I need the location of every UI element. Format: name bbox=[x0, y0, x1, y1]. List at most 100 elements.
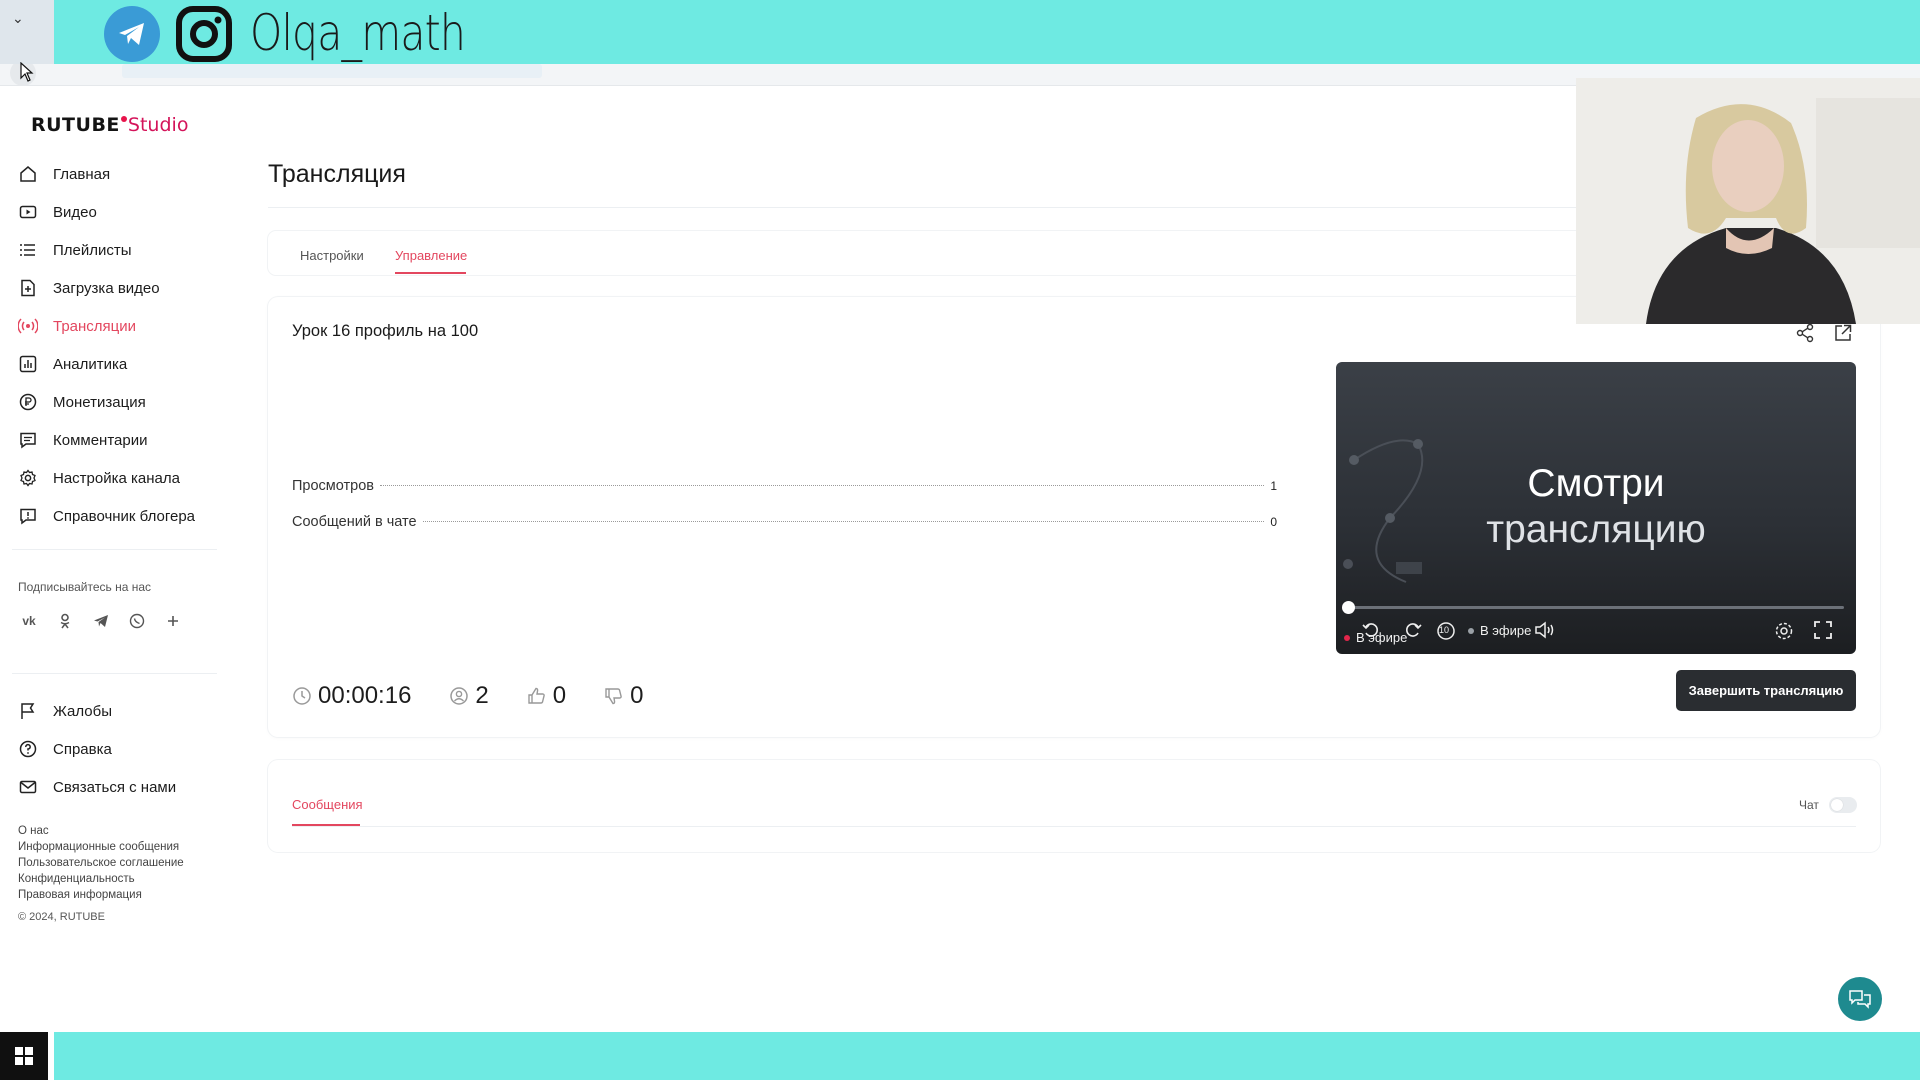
sidebar-item-playlists[interactable]: Плейлисты bbox=[18, 231, 218, 269]
sidebar-item-label: Главная bbox=[53, 165, 111, 183]
sidebar-item-complaints[interactable]: Жалобы bbox=[18, 692, 218, 730]
status-dot bbox=[1468, 627, 1474, 634]
stat-label: Сообщений в чате bbox=[292, 514, 417, 530]
stat-chat-messages: Сообщений в чате 0 bbox=[292, 514, 1277, 530]
info-icon bbox=[18, 506, 38, 526]
end-stream-button[interactable]: Завершить трансляцию bbox=[1676, 670, 1856, 711]
messages-tab-indicator bbox=[292, 824, 360, 826]
progress-bar[interactable] bbox=[1348, 606, 1844, 609]
plus-icon[interactable] bbox=[162, 610, 184, 632]
toggle-knob bbox=[1831, 799, 1843, 811]
windows-start-button[interactable] bbox=[0, 1032, 48, 1080]
top-banner: ⌄ Olqa_math bbox=[0, 0, 1920, 64]
thumbs-down-icon bbox=[605, 688, 622, 705]
metric-viewers: 2 bbox=[449, 682, 489, 710]
chat-toggle-label: Чат bbox=[1799, 798, 1819, 812]
progress-knob[interactable] bbox=[1342, 601, 1355, 614]
chat-bubbles-icon bbox=[1849, 990, 1871, 1009]
video-icon bbox=[18, 202, 38, 222]
support-chat-button[interactable] bbox=[1838, 977, 1882, 1021]
broadcast-icon bbox=[18, 316, 38, 336]
gear-icon bbox=[18, 468, 38, 488]
footer-link-user-agreement[interactable]: Пользовательское соглашение bbox=[18, 855, 184, 871]
telegram-icon[interactable] bbox=[90, 610, 112, 632]
viber-icon[interactable] bbox=[126, 610, 148, 632]
sidebar-item-label: Видео bbox=[53, 203, 97, 221]
sidebar-item-label: Трансляции bbox=[53, 317, 137, 335]
tab-messages[interactable]: Сообщения bbox=[292, 797, 363, 812]
rutube-studio-logo[interactable]: RUTUBE Studio bbox=[31, 114, 188, 136]
external-link-icon[interactable] bbox=[1833, 323, 1853, 343]
fullscreen-icon[interactable] bbox=[1814, 621, 1832, 639]
sidebar-item-home[interactable]: Главная bbox=[18, 155, 218, 193]
ruble-icon bbox=[18, 392, 38, 412]
dot-leader bbox=[422, 521, 1265, 522]
sidebar-item-label: Загрузка видео bbox=[53, 279, 160, 297]
forward-icon[interactable] bbox=[1404, 621, 1422, 639]
stat-label: Просмотров bbox=[292, 478, 374, 494]
active-tab-indicator bbox=[395, 272, 466, 274]
metric-dislikes: 0 bbox=[604, 682, 644, 710]
sidebar-item-analytics[interactable]: Аналитика bbox=[18, 345, 218, 383]
metric-likes: 0 bbox=[527, 682, 566, 710]
player-subheadline: трансляцию bbox=[1486, 508, 1706, 551]
dot-leader bbox=[380, 485, 1265, 486]
skip-10-button[interactable]: 10 bbox=[1436, 621, 1456, 641]
instagram-icon bbox=[174, 4, 234, 64]
url-field[interactable] bbox=[122, 64, 542, 78]
duration-value: 00:00:16 bbox=[318, 682, 412, 709]
footer-link-info-messages[interactable]: Информационные сообщения bbox=[18, 839, 184, 855]
sidebar-item-label: Связаться с нами bbox=[53, 778, 177, 796]
thumbs-up-icon bbox=[528, 687, 545, 704]
mouse-cursor bbox=[20, 61, 34, 87]
settings-icon[interactable] bbox=[1774, 621, 1794, 641]
social-links: vk bbox=[18, 610, 184, 632]
messages-divider bbox=[292, 826, 1856, 827]
sidebar-item-video[interactable]: Видео bbox=[18, 193, 218, 231]
help-icon bbox=[18, 739, 38, 759]
footer-link-privacy[interactable]: Конфиденциальность bbox=[18, 871, 184, 887]
sidebar-item-label: Монетизация bbox=[53, 393, 146, 411]
presenter-image bbox=[1576, 78, 1920, 324]
sidebar-item-label: Комментарии bbox=[53, 431, 148, 449]
sidebar-item-contact[interactable]: Связаться с нами bbox=[18, 768, 218, 806]
metric-duration: 00:00:16 bbox=[292, 682, 411, 710]
subscribe-label: Подписывайтесь на нас bbox=[18, 580, 152, 594]
copyright: © 2024, RUTUBE bbox=[18, 911, 105, 923]
sidebar-nav: Главная Видео Плейлисты Загрузка видео Т… bbox=[18, 155, 218, 535]
chevron-down-icon[interactable]: ⌄ bbox=[12, 10, 28, 28]
logo-studio-text: Studio bbox=[127, 114, 189, 136]
live-dot bbox=[1344, 634, 1350, 641]
home-icon bbox=[18, 164, 38, 184]
sidebar-item-broadcasts[interactable]: Трансляции bbox=[18, 307, 218, 345]
share-icon[interactable] bbox=[1795, 323, 1815, 343]
sidebar-item-blogger-guide[interactable]: Справочник блогера bbox=[18, 497, 218, 535]
footer-link-legal[interactable]: Правовая информация bbox=[18, 887, 184, 903]
stream-metrics: 00:00:16 2 0 0 bbox=[292, 682, 682, 710]
tab-management[interactable]: Управление bbox=[395, 248, 467, 263]
logo-dot bbox=[120, 116, 127, 122]
stream-title: Урок 16 профиль на 100 bbox=[292, 322, 479, 340]
stat-views: Просмотров 1 bbox=[292, 478, 1277, 494]
player-headline: Смотри bbox=[1527, 462, 1665, 505]
sidebar-item-upload[interactable]: Загрузка видео bbox=[18, 269, 218, 307]
sidebar-divider bbox=[12, 549, 217, 550]
viewers-icon bbox=[450, 687, 469, 705]
video-player[interactable]: Смотри трансляцию В эфире 10 В эфире bbox=[1336, 362, 1856, 654]
sidebar-item-channel-settings[interactable]: Настройка канала bbox=[18, 459, 218, 497]
ok-icon[interactable] bbox=[54, 610, 76, 632]
sidebar-item-help[interactable]: Справка bbox=[18, 730, 218, 768]
upload-file-icon bbox=[18, 278, 38, 298]
sidebar-item-monetization[interactable]: Монетизация bbox=[18, 383, 218, 421]
viewers-value: 2 bbox=[475, 682, 489, 709]
chat-toggle[interactable] bbox=[1829, 797, 1857, 813]
skip-10-label: 10 bbox=[1439, 625, 1450, 635]
sidebar-item-comments[interactable]: Комментарии bbox=[18, 421, 218, 459]
sidebar-item-label: Настройка канала bbox=[53, 469, 180, 487]
footer-link-about[interactable]: О нас bbox=[18, 823, 184, 839]
volume-icon[interactable] bbox=[1534, 621, 1556, 639]
dislikes-value: 0 bbox=[630, 682, 644, 709]
tab-settings[interactable]: Настройки bbox=[300, 248, 364, 263]
vk-icon[interactable]: vk bbox=[18, 610, 40, 632]
windows-icon bbox=[15, 1047, 33, 1065]
